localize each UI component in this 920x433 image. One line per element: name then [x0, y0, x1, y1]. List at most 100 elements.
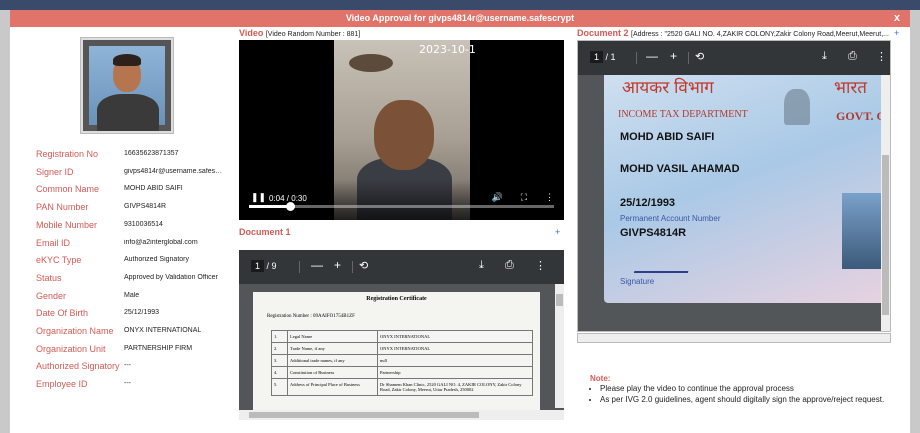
field-pan-number: PAN Number GIVPS4814R: [36, 202, 236, 219]
video-progress-fill: [249, 205, 290, 208]
emblem-icon: [784, 89, 810, 125]
video-progress-bar[interactable]: [249, 202, 554, 211]
vertical-scrollbar[interactable]: [555, 284, 564, 408]
row-key: Trade Name, if any: [287, 342, 378, 355]
signature-image: [633, 257, 693, 273]
row-value: ONYX INTERNATIONAL: [377, 330, 533, 343]
pan-hindi-dept: आयकर विभाग: [622, 78, 714, 97]
document-1-viewer[interactable]: 1 / 9 — + ⟲ ⤓ ⎙ ⋮ Registration Certifica…: [239, 250, 564, 420]
pan-dept: INCOME TAX DEPARTMENT: [618, 109, 748, 120]
row-number: 5.: [271, 378, 288, 396]
document-2-address: [Address : "2520 GALI NO. 4,ZAKIR COLONY…: [631, 31, 889, 38]
close-icon[interactable]: x: [894, 10, 900, 27]
field-label: Gender: [36, 290, 67, 301]
pan-card-image: आयकर विभाग भारत INCOME TAX DEPARTMENT GO…: [604, 75, 890, 303]
rotate-icon[interactable]: ⟲: [695, 50, 704, 63]
field-value: PARTNERSHIP FIRM: [124, 344, 193, 352]
field-label: Organization Unit: [36, 343, 106, 354]
video-person: [374, 100, 434, 170]
document-2-heading-text: Document 2: [577, 28, 629, 38]
video-timestamp-overlay: 2023-10-1: [419, 43, 476, 56]
zoom-out-icon[interactable]: —: [311, 258, 323, 272]
note-box: Note: Please play the video to continue …: [590, 374, 890, 405]
row-value: null: [377, 354, 533, 367]
field-value: info@a2interglobal.com: [124, 238, 198, 246]
field-value: Male: [124, 291, 140, 299]
page-total: / 1: [605, 52, 616, 62]
pan-govt: GOVT. O: [836, 109, 886, 123]
more-options-icon[interactable]: ⋮: [876, 50, 887, 63]
field-ekyc-type: eKYC Type Authorized Signatory: [36, 255, 236, 272]
more-options-icon[interactable]: ⋮: [545, 192, 554, 202]
document-2-expand-button[interactable]: +: [894, 28, 899, 38]
video-seek-handle[interactable]: [285, 202, 295, 211]
pan-dob: 25/12/1993: [620, 197, 676, 209]
video-controls: ❚❚ 0:04 / 0:30 🔊 ⛶ ⋮: [239, 180, 564, 220]
row-number: 3.: [271, 354, 288, 367]
field-status: Status Approved by Validation Officer: [36, 273, 236, 290]
table-row: 3. Additional trade names, if any null: [271, 354, 533, 367]
page-total: / 9: [266, 261, 277, 271]
field-authorized-signatory: Authorized Signatory ---: [36, 361, 236, 378]
vertical-scrollbar[interactable]: [881, 75, 890, 331]
zoom-in-icon[interactable]: +: [670, 49, 677, 63]
download-icon[interactable]: ⤓: [479, 259, 484, 272]
video-heading: Video [Video Random Number : 881]: [239, 28, 360, 38]
print-icon[interactable]: ⎙: [848, 50, 857, 63]
document-1-expand-button[interactable]: +: [555, 227, 560, 237]
fullscreen-icon[interactable]: ⛶: [521, 192, 527, 202]
zoom-in-icon[interactable]: +: [334, 258, 341, 272]
table-row: 4. Constitution of Business Partnership: [271, 366, 533, 379]
page-number-input[interactable]: 1: [590, 51, 604, 63]
field-value: 16635623871357: [124, 150, 179, 157]
field-value: MOHD ABID SAIFI: [124, 185, 183, 193]
rotate-icon[interactable]: ⟲: [359, 259, 368, 272]
document-2-viewer[interactable]: 1 / 1 — + ⟲ ⤓ ⎙ ⋮ आयकर विभाग भारत INCOME…: [577, 40, 891, 332]
document-2-heading: Document 2 [Address : "2520 GALI NO. 4,Z…: [577, 28, 889, 38]
video-player[interactable]: 2023-10-1 ❚❚ 0:04 / 0:30 🔊 ⛶ ⋮: [239, 40, 564, 220]
note-list: Please play the video to continue the ap…: [600, 384, 890, 405]
print-icon[interactable]: ⎙: [505, 259, 514, 272]
modal-title: Video Approval for givps4814r@username.s…: [10, 10, 910, 27]
document-1-heading: Document 1: [239, 227, 291, 237]
field-value: givps4814r@username.safesc...: [124, 167, 224, 175]
field-value: GIVPS4814R: [124, 203, 167, 211]
horizontal-scrollbar[interactable]: [239, 410, 564, 420]
video-heading-text: Video: [239, 28, 264, 38]
page-header-strip: [0, 0, 920, 10]
pan-hindi-govt: भारत: [834, 78, 867, 97]
pan-label: Permanent Account Number: [620, 214, 721, 223]
row-key: Additional trade names, if any: [287, 354, 378, 367]
field-label: Organization Name: [36, 326, 114, 336]
field-signer-id: Signer ID givps4814r@username.safesc...: [36, 167, 236, 184]
list-item: Please play the video to continue the ap…: [600, 384, 890, 394]
volume-icon[interactable]: 🔊: [491, 192, 502, 202]
download-icon[interactable]: ⤓: [822, 50, 827, 63]
list-item: As per IVG 2.0 guidelines, agent should …: [600, 395, 890, 405]
more-options-icon[interactable]: ⋮: [535, 259, 546, 272]
field-organization-name: Organization Name ONYX INTERNATIONAL: [36, 326, 236, 343]
row-value: Dr Shamem Khan Clinic, 2520 GALI NO. 4, …: [377, 378, 533, 396]
pdf-toolbar: 1 / 9 — + ⟲ ⤓ ⎙ ⋮: [239, 250, 564, 284]
ceiling-fan: [349, 54, 393, 72]
field-value: Approved by Validation Officer: [124, 273, 218, 281]
row-value: ONYX INTERNATIONAL: [377, 342, 533, 355]
field-gender: Gender Male: [36, 291, 236, 308]
horizontal-scrollbar[interactable]: [577, 333, 891, 343]
pause-icon[interactable]: ❚❚: [251, 192, 266, 203]
pdf-toolbar: 1 / 1 — + ⟲ ⤓ ⎙ ⋮: [578, 41, 890, 75]
field-label: Common Name: [36, 184, 100, 195]
field-common-name: Common Name MOHD ABID SAIFI: [36, 184, 236, 201]
row-value: Partnership: [377, 366, 533, 379]
page-indicator: 1 / 1: [590, 51, 616, 63]
field-employee-id: Employee ID ---: [36, 379, 236, 396]
page-number-input[interactable]: 1: [251, 260, 265, 272]
field-label: Mobile Number: [36, 219, 98, 230]
zoom-out-icon[interactable]: —: [646, 49, 658, 63]
row-number: 2.: [271, 342, 288, 355]
note-title: Note:: [590, 374, 611, 383]
field-label: Email ID: [36, 237, 71, 248]
field-label: Employee ID: [36, 379, 88, 390]
field-value: 9310036514: [124, 220, 163, 228]
field-registration-no: Registration No 16635623871357: [36, 149, 236, 166]
